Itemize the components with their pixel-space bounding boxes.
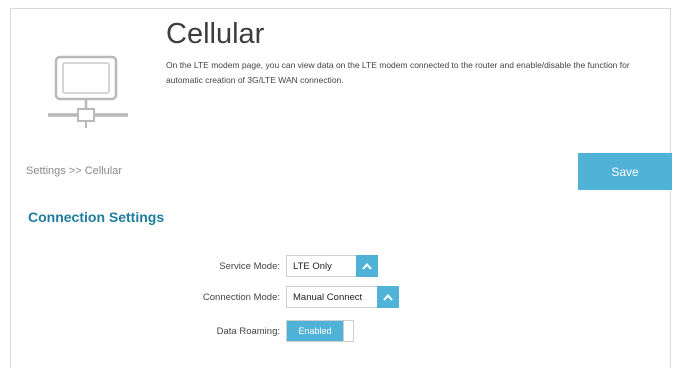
toggle-knob[interactable] (343, 321, 353, 341)
chevron-up-icon[interactable] (377, 286, 399, 308)
data-roaming-state: Enabled (287, 321, 343, 341)
chevron-up-icon[interactable] (356, 255, 378, 277)
save-button[interactable]: Save (578, 153, 672, 190)
data-roaming-toggle[interactable]: Enabled (286, 320, 354, 342)
page-description: On the LTE modem page, you can view data… (166, 60, 630, 85)
data-roaming-label: Data Roaming: (216, 326, 280, 337)
service-mode-label: Service Mode: (219, 261, 280, 272)
connection-mode-label: Connection Mode: (202, 292, 280, 303)
connection-mode-select[interactable]: Manual Connect (286, 286, 399, 308)
router-icon (40, 50, 140, 135)
connection-mode-value: Manual Connect (293, 291, 363, 303)
service-mode-select[interactable]: LTE Only (286, 255, 378, 277)
breadcrumb[interactable]: Settings >> Cellular (26, 165, 122, 177)
service-mode-value: LTE Only (293, 260, 332, 272)
page-title: Cellular (166, 18, 265, 50)
section-title-connection-settings: Connection Settings (28, 209, 165, 225)
